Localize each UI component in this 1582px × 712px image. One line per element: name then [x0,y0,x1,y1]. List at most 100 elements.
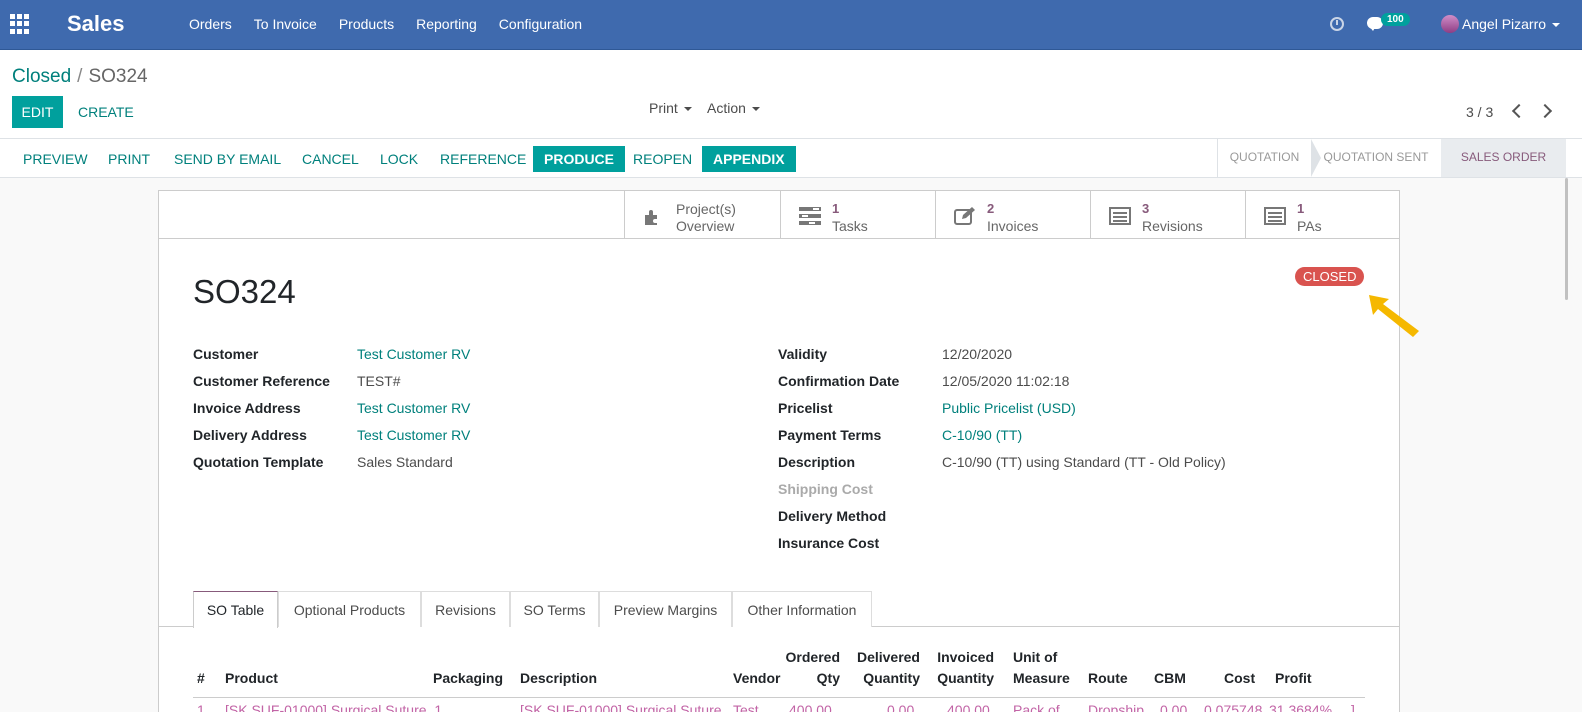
column-header-route[interactable]: Route [1088,668,1128,689]
customer-label: Customer [193,346,259,362]
tab-preview-margins[interactable]: Preview Margins [599,591,732,627]
header-line: Delivered [856,649,920,665]
smart-button-revisions[interactable]: 3 Revisions [1090,191,1245,238]
cell-ordered-qty: 400.00 [789,702,832,712]
tab-so-terms[interactable]: SO Terms [510,591,599,627]
delivery-method-label: Delivery Method [778,508,887,524]
description-field: C-10/90 (TT) using Standard (TT - Old Po… [942,454,1226,470]
caret-down-icon [683,107,692,112]
payment-terms-label: Payment Terms [778,427,882,443]
chevron-right-icon[interactable] [1537,103,1553,119]
list-alt-icon [1264,207,1286,225]
customer-field[interactable]: Test Customer RV [357,346,470,362]
send-by-email-button[interactable]: SEND BY EMAIL [174,146,281,172]
header-line: Quantity [863,670,920,686]
breadcrumb: Closed / SO324 [12,66,148,88]
customer-reference-field: TEST# [357,373,401,389]
print-button[interactable]: PRINT [108,146,150,172]
menu-orders[interactable]: Orders [189,16,232,32]
smart-button-invoices[interactable]: 2 Invoices [935,191,1090,238]
status-sales-order[interactable]: SALES ORDER [1441,139,1566,177]
column-header-cost[interactable]: Cost [1224,668,1255,689]
action-dropdown[interactable]: Action [707,100,760,116]
pager-value[interactable]: 3 / 3 [1466,104,1493,120]
column-header-number[interactable]: # [197,668,205,689]
menu-configuration[interactable]: Configuration [499,16,582,32]
table-row[interactable]: 1 [SK SUF-01000] Surgical Suture, 1 [SK … [193,697,1365,712]
column-header-product[interactable]: Product [225,668,278,689]
column-header-vendor[interactable]: Vendor [733,668,780,689]
shipping-cost-label: Shipping Cost [778,481,873,497]
cell-number: 1 [197,702,205,712]
invoice-address-field[interactable]: Test Customer RV [357,400,470,416]
delivery-address-field[interactable]: Test Customer RV [357,427,470,443]
produce-button[interactable]: PRODUCE [533,146,626,172]
app-name[interactable]: Sales [67,11,125,37]
header-line: Qty [816,670,840,686]
action-dropdown-label: Action [707,100,746,116]
invoice-address-label: Invoice Address [193,400,301,416]
smart-button-projects[interactable]: Project(s) Overview [624,191,780,238]
puzzle-icon [645,210,657,225]
print-dropdown[interactable]: Print [649,100,692,116]
column-header-cbm[interactable]: CBM [1154,668,1186,689]
smart-button-value: 2 [987,201,995,216]
tab-revisions[interactable]: Revisions [421,591,510,627]
edit-button[interactable]: EDIT [12,96,63,128]
clock-icon[interactable] [1330,17,1344,31]
top-navbar: Sales Orders To Invoice Products Reporti… [0,0,1582,50]
create-button[interactable]: CREATE [78,104,134,120]
column-header-packaging[interactable]: Packaging [433,668,503,689]
print-dropdown-label: Print [649,100,678,116]
status-quotation[interactable]: QUOTATION [1217,139,1311,177]
column-header-ordered-qty[interactable]: Ordered Qty [779,647,840,689]
smart-button-label: Project(s) [676,201,736,217]
avatar[interactable] [1441,15,1459,33]
user-menu[interactable]: Angel Pizarro [1462,16,1561,32]
user-name: Angel Pizarro [1462,16,1547,32]
smart-button-tasks[interactable]: 1 Tasks [780,191,935,238]
apps-grid-icon[interactable] [10,14,32,34]
list-alt-icon [1109,207,1131,225]
breadcrumb-parent[interactable]: Closed [12,66,71,87]
pricelist-field[interactable]: Public Pricelist (USD) [942,400,1076,416]
appendix-button[interactable]: APPENDIX [702,146,796,172]
reference-button[interactable]: REFERENCE [440,146,526,172]
pricelist-label: Pricelist [778,400,833,416]
tab-optional-products[interactable]: Optional Products [278,591,421,627]
cell-product: [SK SUF-01000] Surgical Suture, 1 [225,702,443,712]
tab-other-information[interactable]: Other Information [732,591,872,627]
menu-products[interactable]: Products [339,16,394,32]
cancel-button[interactable]: CANCEL [302,146,359,172]
control-panel: Closed / SO324 EDIT CREATE Print Action 3 … [0,50,1582,139]
tab-so-table[interactable]: SO Table [193,591,278,628]
lock-button[interactable]: LOCK [380,146,418,172]
payment-terms-field[interactable]: C-10/90 (TT) [942,427,1022,443]
column-header-delivered-quantity[interactable]: Delivered Quantity [849,647,920,689]
header-line: Unit of [1013,649,1058,665]
menu-to-invoice[interactable]: To Invoice [254,16,317,32]
menu-reporting[interactable]: Reporting [416,16,477,32]
column-header-unit-of-measure[interactable]: Unit of Measure [1013,647,1070,689]
preview-button[interactable]: PREVIEW [23,146,88,172]
pencil-square-icon [954,207,975,225]
chevron-left-icon[interactable] [1511,103,1527,119]
status-quotation-sent[interactable]: QUOTATION SENT [1311,139,1441,177]
arrow-annotation-icon [1369,295,1419,337]
delivery-address-label: Delivery Address [193,427,307,443]
cell-vendor: Test [733,702,759,712]
status-badge: CLOSED [1295,267,1365,286]
notebook-tabs: SO Table Optional Products Revisions SO … [159,591,1399,628]
reopen-button[interactable]: REOPEN [633,146,692,172]
column-header-description[interactable]: Description [520,668,597,689]
description-label: Description [778,454,856,470]
cell-description: [SK SUF-01000] Surgical Suture [520,702,722,712]
cell-cbm: 0.00 [1160,702,1188,712]
column-header-profit[interactable]: Profit [1275,668,1312,689]
scrollbar[interactable] [1565,178,1568,300]
cell-route: Dropship [1088,702,1145,712]
smart-button-pas[interactable]: 1 PAs [1245,191,1399,238]
smart-button-label: Revisions [1142,218,1203,234]
column-header-invoiced-quantity[interactable]: Invoiced Quantity [929,647,994,689]
smart-button-label: Tasks [832,218,868,234]
